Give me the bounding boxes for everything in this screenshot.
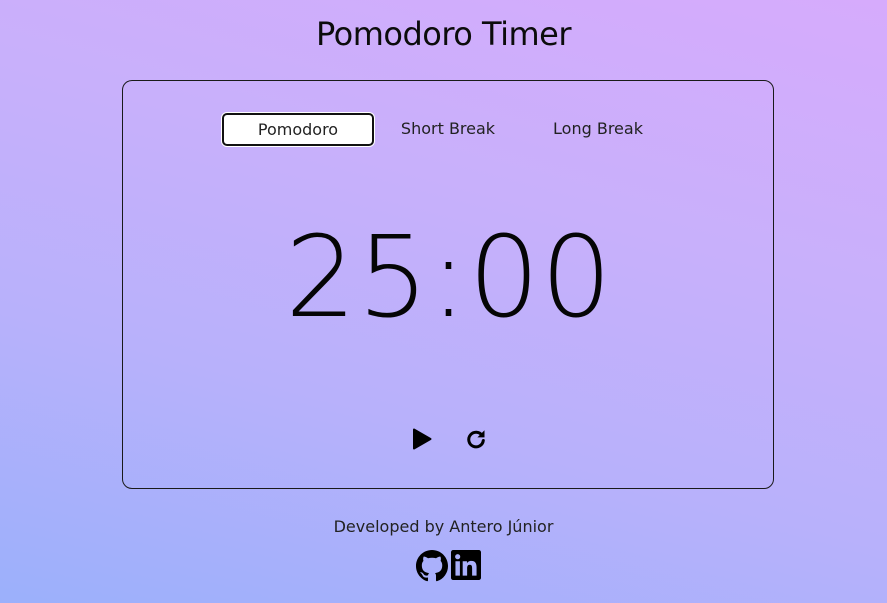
- timer-card: Pomodoro Short Break Long Break 25:00: [122, 80, 774, 489]
- time-display: 25:00: [285, 213, 613, 343]
- tab-short-break[interactable]: Short Break: [372, 113, 524, 146]
- social-links: [416, 550, 486, 584]
- page-title: Pomodoro Timer: [315, 15, 572, 53]
- linkedin-icon: [451, 550, 481, 580]
- mode-tabs: Pomodoro Short Break Long Break: [222, 113, 674, 147]
- tab-pomodoro[interactable]: Pomodoro: [222, 113, 374, 146]
- play-icon: [413, 428, 432, 450]
- timer-controls: [123, 425, 775, 455]
- play-button[interactable]: [408, 425, 436, 453]
- tab-long-break[interactable]: Long Break: [522, 113, 674, 146]
- github-link[interactable]: [416, 550, 448, 582]
- reset-icon: [467, 430, 485, 449]
- linkedin-link[interactable]: [451, 550, 483, 582]
- reset-button[interactable]: [462, 425, 490, 453]
- footer-credit: Developed by Antero Júnior: [333, 517, 554, 536]
- github-icon: [416, 550, 448, 582]
